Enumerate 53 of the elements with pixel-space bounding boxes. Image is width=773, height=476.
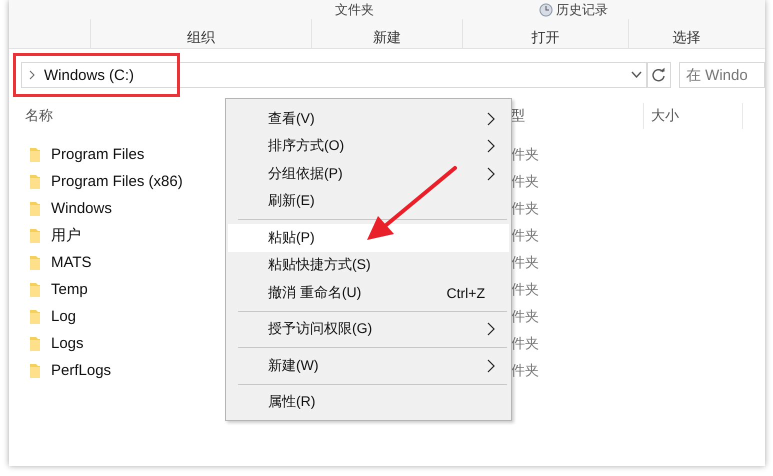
path-text: Windows (C:)	[44, 66, 134, 84]
folder-icon	[29, 174, 41, 190]
file-type: 件夹	[511, 226, 540, 244]
menu-item[interactable]: 撤消 重命名(U) Ctrl+Z	[228, 279, 509, 306]
file-name[interactable]: Windows	[51, 200, 112, 217]
file-name[interactable]: Program Files	[51, 146, 144, 163]
ribbon-group-label: 新建	[311, 19, 462, 48]
refresh-icon	[651, 67, 667, 83]
folder-icon	[29, 308, 41, 324]
menu-item[interactable]: 查看(V)	[228, 105, 509, 132]
file-name[interactable]: Logs	[51, 335, 84, 352]
file-type: 件夹	[511, 334, 540, 352]
file-type: 件夹	[511, 308, 540, 326]
ribbon-label[interactable]: 历史记录	[539, 1, 608, 19]
ribbon-group-label: 组织	[90, 19, 311, 48]
file-name[interactable]: Program Files (x86)	[51, 173, 183, 190]
address-bar[interactable]: Windows (C:)	[21, 62, 647, 88]
file-type: 件夹	[511, 362, 540, 380]
menu-item[interactable]: 刷新(E)	[228, 188, 509, 215]
file-name[interactable]: Log	[51, 308, 76, 325]
file-type: 件夹	[511, 254, 540, 272]
menu-item[interactable]: 属性(R)	[228, 388, 509, 416]
ribbon-label[interactable]: 文件夹	[335, 1, 374, 19]
column-header[interactable]: 型	[511, 103, 643, 129]
menu-item[interactable]: 新建(W)	[228, 352, 509, 380]
menu-item[interactable]: 粘贴快捷方式(S)	[228, 252, 509, 279]
menu-item[interactable]: 分组依据(P)	[228, 160, 509, 188]
folder-icon	[29, 254, 41, 270]
file-name[interactable]: MATS	[51, 254, 92, 271]
folder-icon	[29, 200, 41, 216]
file-name[interactable]: 用户	[51, 226, 81, 245]
ribbon-group-label: 打开	[462, 19, 628, 48]
file-name[interactable]: PerfLogs	[51, 362, 112, 379]
file-name[interactable]: Temp	[51, 281, 88, 298]
folder-icon	[29, 282, 41, 298]
folder-icon	[29, 228, 41, 244]
file-type: 件夹	[511, 200, 540, 218]
folder-icon	[29, 146, 41, 162]
menu-item[interactable]: 粘贴(P)	[228, 224, 509, 252]
shortcut-text: Ctrl+Z	[446, 284, 485, 301]
column-header[interactable]: 大小	[643, 103, 743, 129]
menu-item[interactable]: 授予访问权限(G)	[228, 316, 509, 343]
file-type: 件夹	[511, 280, 540, 298]
menu-item[interactable]: 排序方式(O)	[228, 132, 509, 160]
chevron-icon	[28, 70, 36, 80]
ribbon-group-label: 选择	[628, 19, 744, 48]
dropdown-icon[interactable]	[631, 71, 642, 79]
refresh-button[interactable]	[647, 62, 671, 88]
search-field[interactable]: 在 Windo	[679, 62, 765, 88]
file-type: 件夹	[511, 172, 540, 190]
folder-icon	[29, 336, 41, 352]
file-type: 件夹	[511, 146, 540, 164]
folder-icon	[29, 362, 41, 378]
